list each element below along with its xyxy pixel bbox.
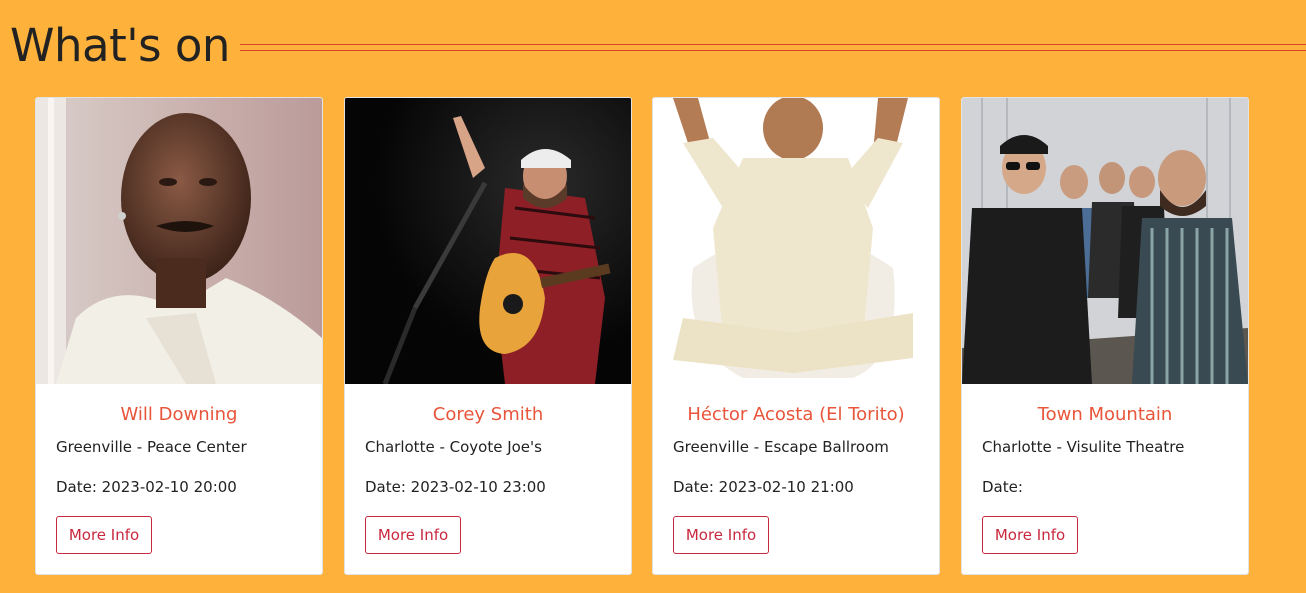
event-date: Date: 2023-02-10 23:00 [365,478,546,496]
event-title[interactable]: Héctor Acosta (El Torito) [653,404,939,425]
event-card: Town Mountain Charlotte - Visulite Theat… [961,97,1249,575]
more-info-button[interactable]: More Info [56,516,152,554]
event-date: Date: [982,478,1023,496]
event-photo[interactable] [962,98,1248,384]
event-venue: Greenville - Peace Center [56,438,247,456]
more-info-button[interactable]: More Info [982,516,1078,554]
event-title[interactable]: Town Mountain [962,404,1248,425]
event-venue: Charlotte - Visulite Theatre [982,438,1185,456]
event-date: Date: 2023-02-10 21:00 [673,478,854,496]
page-title: What's on [10,19,230,72]
event-title[interactable]: Corey Smith [345,404,631,425]
event-photo[interactable] [653,98,939,384]
event-photo[interactable] [345,98,631,384]
more-info-button[interactable]: More Info [365,516,461,554]
more-info-button[interactable]: More Info [673,516,769,554]
event-venue: Greenville - Escape Ballroom [673,438,889,456]
event-venue: Charlotte - Coyote Joe's [365,438,542,456]
artist-portrait-image [36,98,322,384]
artist-performing-image [345,98,631,384]
event-card: Héctor Acosta (El Torito) Greenville - E… [652,97,940,575]
event-card: Will Downing Greenville - Peace Center D… [35,97,323,575]
band-photo-image [962,98,1248,384]
event-date: Date: 2023-02-10 20:00 [56,478,237,496]
event-card: Corey Smith Charlotte - Coyote Joe's Dat… [344,97,632,575]
event-photo[interactable] [36,98,322,384]
event-title[interactable]: Will Downing [36,404,322,425]
artist-seated-image [653,98,939,384]
title-divider [239,43,1306,51]
section-header: What's on [10,18,1306,74]
